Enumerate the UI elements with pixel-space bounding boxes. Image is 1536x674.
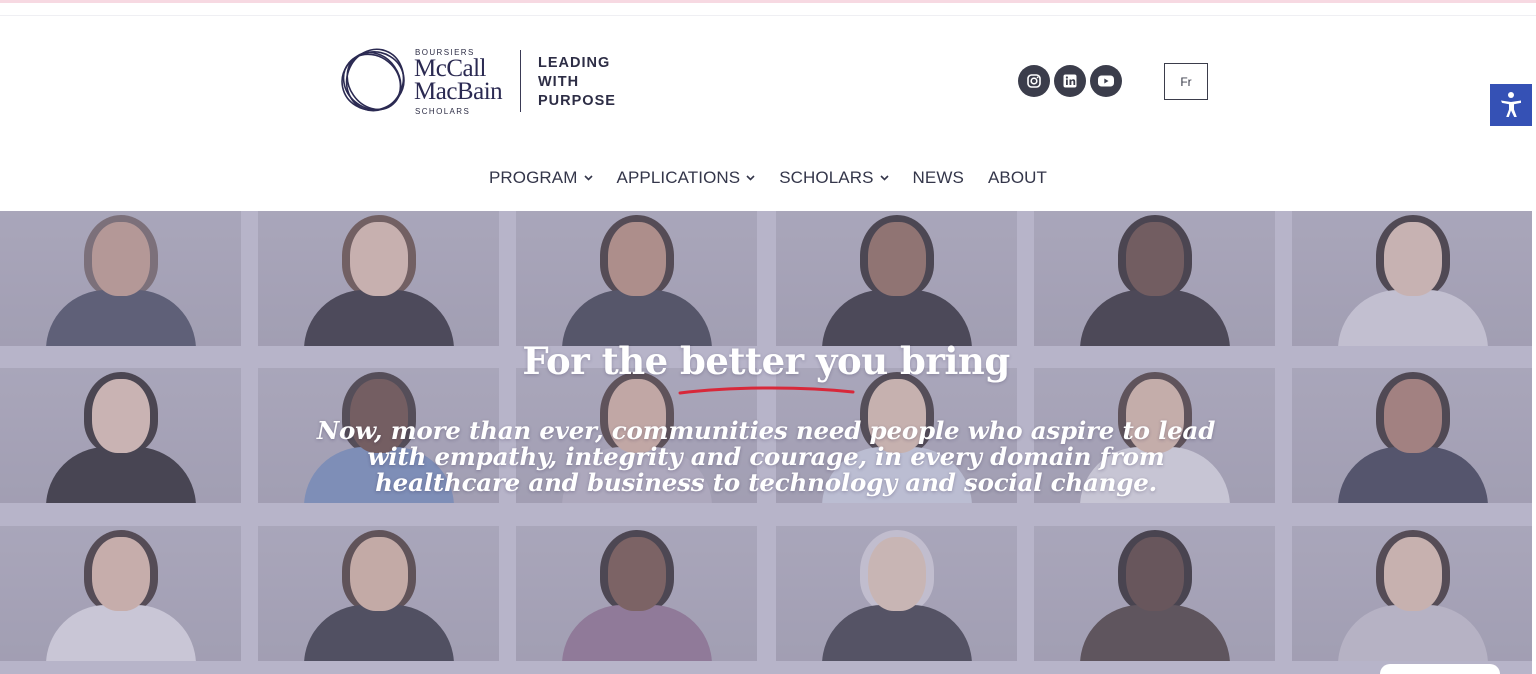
instagram-button[interactable] [1018,65,1050,97]
youtube-icon [1098,75,1114,87]
nav-item-news[interactable]: NEWS [913,166,964,190]
nav-item-scholars[interactable]: SCHOLARS [779,166,889,190]
hero-subtitle-line: Now, more than ever, communities need pe… [316,416,1216,445]
logo-name-line2: MacBain [414,78,503,105]
social-links [1018,65,1122,97]
youtube-button[interactable] [1090,65,1122,97]
logo-circle-mark-icon [341,48,405,112]
nav-item-label: ABOUT [987,168,1048,187]
nav-item-program[interactable]: PROGRAM [489,166,593,190]
chevron-down-icon [746,175,755,181]
logo-divider [520,50,521,112]
hero-section: For the better you bring Now, more than … [0,211,1532,674]
tagline-line: LEADING [538,55,611,71]
header-divider [0,15,1536,16]
accessibility-icon [1501,92,1521,117]
logo-small-bottom-text: SCHOLARS [415,107,471,116]
linkedin-button[interactable] [1054,65,1086,97]
logo-name-line1: McCall [414,55,487,82]
hero-text: For the better you bring Now, more than … [0,211,1532,674]
top-strip [0,0,1536,3]
nav-item-label: SCHOLARS [779,168,874,187]
nav-item-label: APPLICATIONS [616,168,741,187]
main-nav: PROGRAM APPLICATIONS SCHOLARS NEWS ABOUT [0,166,1536,190]
language-switch-button[interactable]: Fr [1164,63,1208,100]
hero-title: For the better you bring [522,339,1010,383]
site-logo[interactable]: BOURSIERS McCall MacBain SCHOLARS LEADIN… [338,46,628,116]
hero-subtitle-line: healthcare and business to technology an… [375,468,1157,497]
logo-tagline: LEADING WITH PURPOSE [538,54,616,111]
accessibility-button[interactable] [1490,84,1532,126]
nav-item-label: NEWS [912,168,964,187]
nav-item-applications[interactable]: APPLICATIONS [617,166,756,190]
hero-subtitle-line: with empathy, integrity and courage, in … [367,442,1165,471]
nav-item-about[interactable]: ABOUT [988,166,1047,190]
linkedin-icon [1063,74,1077,88]
corner-widget-tab[interactable] [1380,664,1500,674]
chevron-down-icon [583,175,593,181]
chevron-down-icon [879,175,889,181]
tagline-line: PURPOSE [538,93,616,109]
tagline-line: WITH [538,74,580,90]
hero-subtitle: Now, more than ever, communities need pe… [266,418,1266,496]
hero-underline-decoration [678,386,855,395]
nav-item-label: PROGRAM [488,168,578,187]
instagram-icon [1027,74,1041,88]
